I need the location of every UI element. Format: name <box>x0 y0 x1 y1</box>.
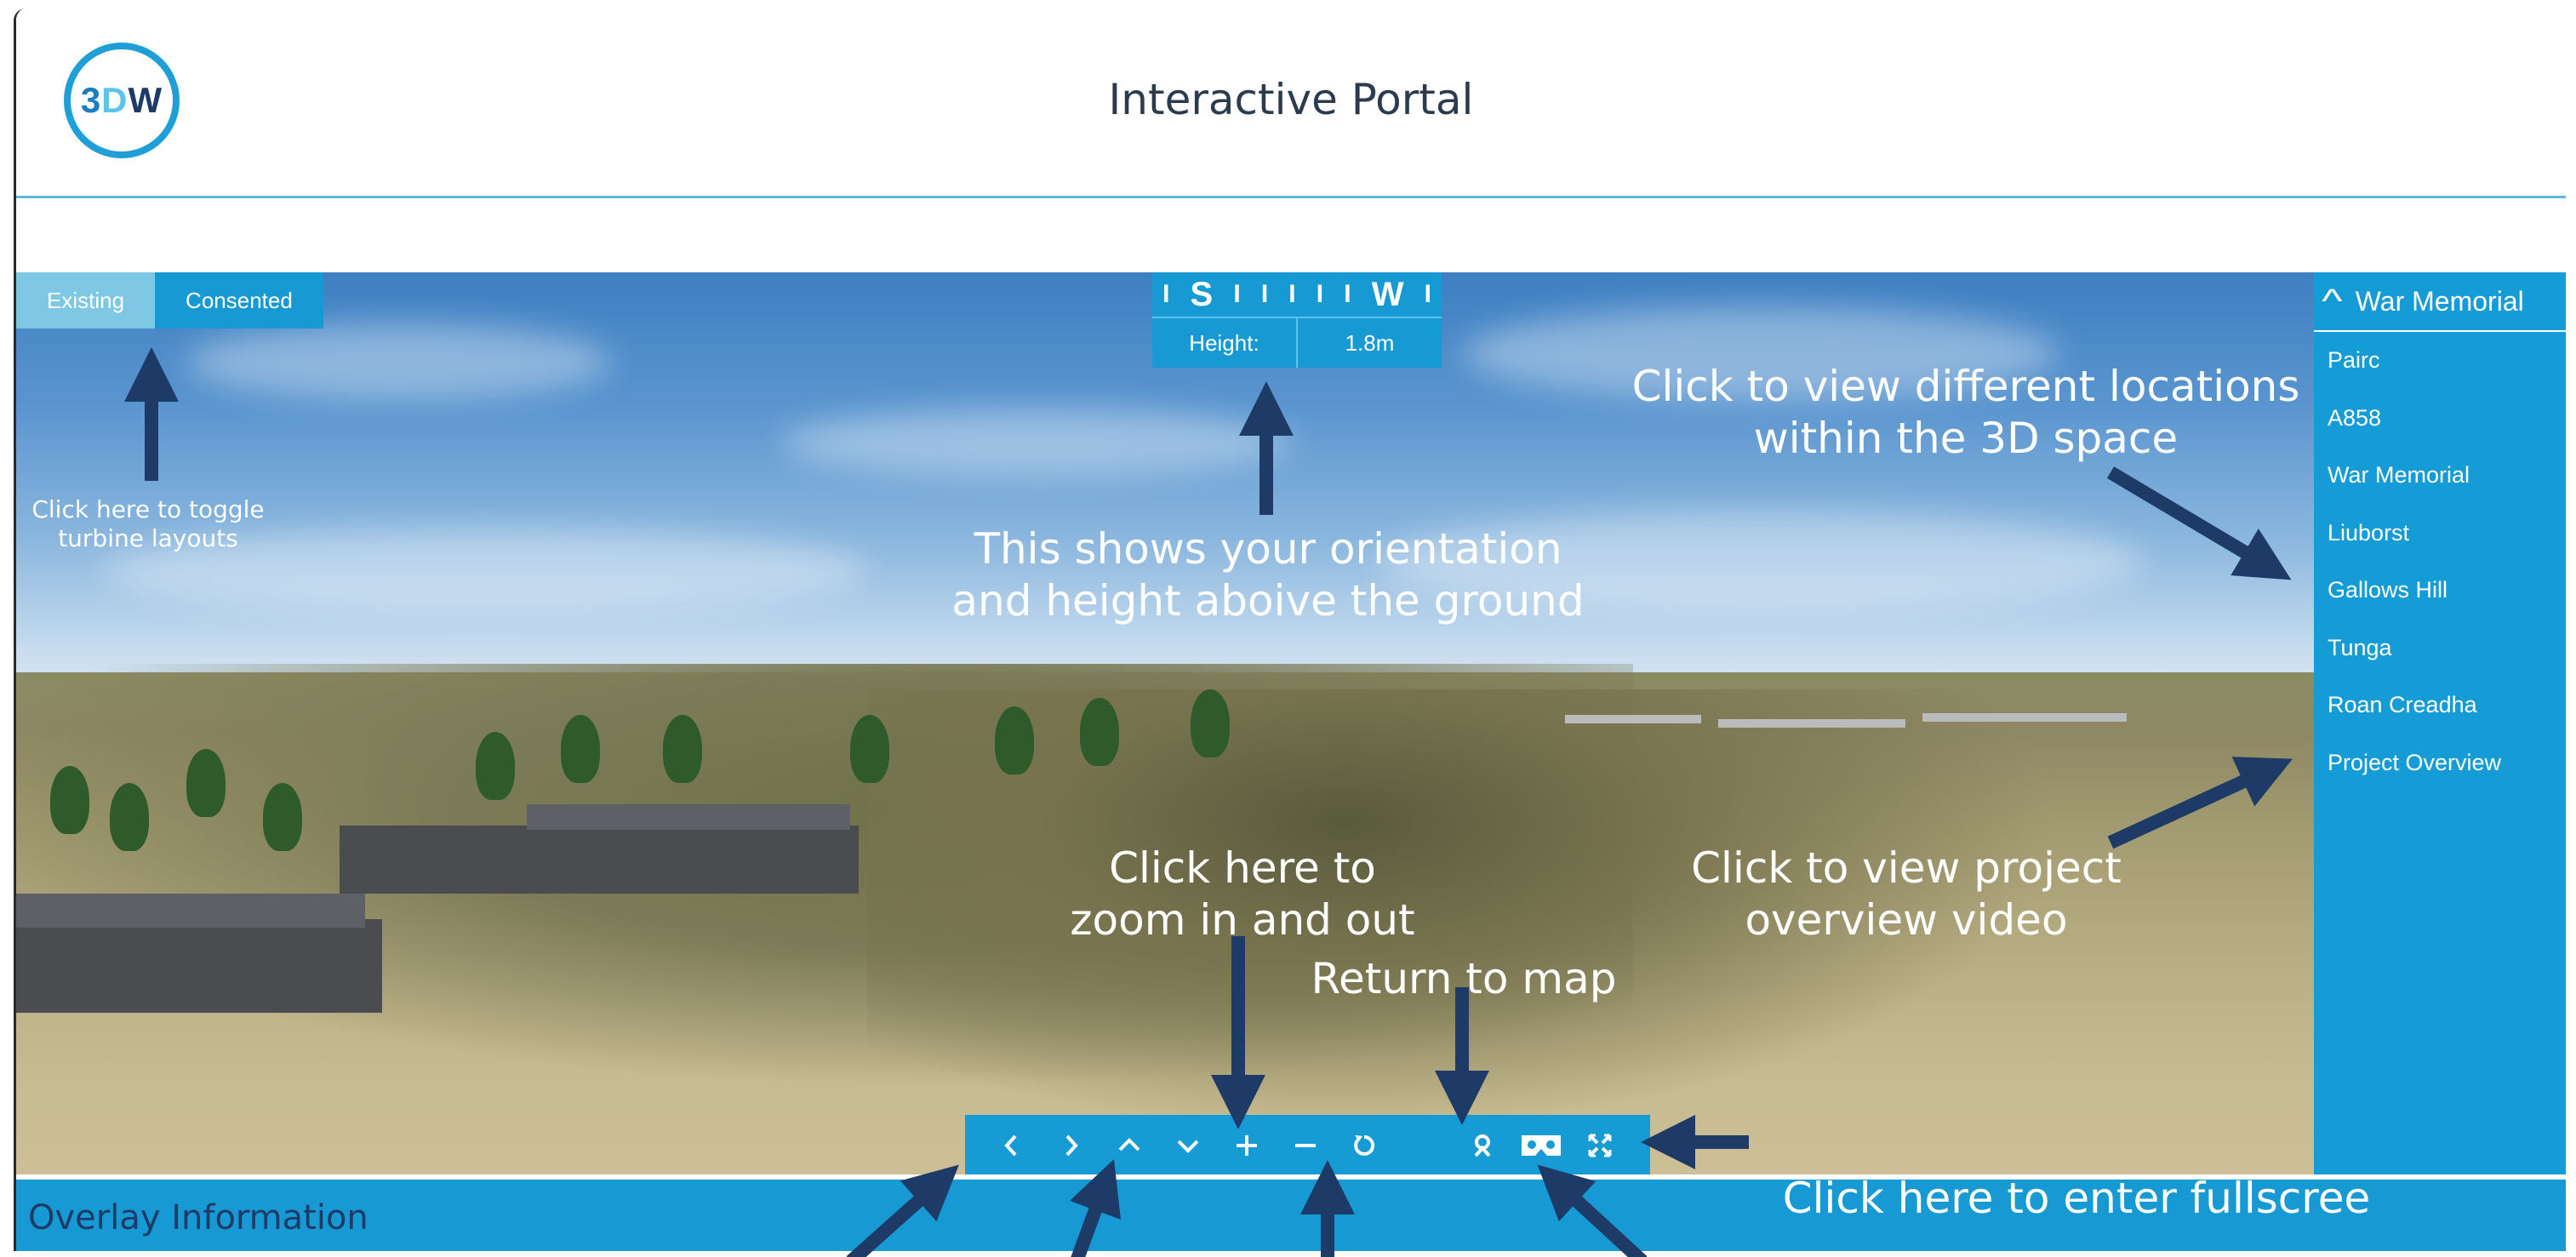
locations-panel: ^ War Memorial Pairc A858 War Memorial L… <box>2314 272 2566 1183</box>
header: 3DW Interactive Portal <box>16 9 2566 198</box>
locations-dropdown[interactable]: ^ War Memorial <box>2314 272 2566 332</box>
reset-icon[interactable] <box>1334 1115 1393 1176</box>
location-pairc[interactable]: Pairc <box>2314 332 2566 390</box>
height-value: 1.8m <box>1345 329 1395 356</box>
annotation-fullscreen: Click here to enter fullscree <box>1782 1174 2371 1223</box>
annotation-toggle: Click here to toggle turbine layouts <box>31 495 265 553</box>
location-roan-creadha[interactable]: Roan Creadha <box>2314 677 2566 734</box>
barn <box>16 919 382 1013</box>
annotation-locations: Click to view different locations within… <box>1631 362 2300 463</box>
chevron-left-icon[interactable] <box>982 1115 1041 1176</box>
chevron-down-icon[interactable] <box>1158 1115 1217 1176</box>
consented-layout-button[interactable]: Consented <box>155 272 323 329</box>
location-gallows-hill[interactable]: Gallows Hill <box>2314 562 2566 620</box>
existing-layout-button[interactable]: Existing <box>16 272 156 329</box>
plus-icon[interactable] <box>1217 1115 1276 1176</box>
annotation-map: Return to map <box>1311 954 1617 1003</box>
annotation-overview: Click to view project overview video <box>1691 843 2122 945</box>
location-tunga[interactable]: Tunga <box>2314 620 2566 677</box>
annotation-zoom: Click here to zoom in and out <box>1070 843 1415 945</box>
page-title: Interactive Portal <box>1108 75 1474 124</box>
minus-icon[interactable] <box>1276 1115 1334 1176</box>
vr-headset-icon[interactable] <box>1511 1115 1570 1176</box>
navigation-toolbar <box>965 1115 1650 1176</box>
annotation-orientation: This shows your orientation and height a… <box>951 524 1585 626</box>
app-window: 3DW Interactive Portal Existing Consente… <box>14 9 2566 1251</box>
chevron-up-icon[interactable] <box>1100 1115 1158 1176</box>
chevron-right-icon[interactable] <box>1041 1115 1100 1176</box>
compass-heading: ISIIIIIWI <box>1152 272 1442 318</box>
location-a858[interactable]: A858 <box>2314 390 2566 448</box>
location-war-memorial[interactable]: War Memorial <box>2314 447 2566 505</box>
overlay-information-label: Overlay Information <box>28 1198 368 1237</box>
fullscreen-icon[interactable] <box>1570 1115 1629 1176</box>
height-label: Height: <box>1152 318 1298 368</box>
map-pin-icon[interactable] <box>1453 1115 1511 1176</box>
chevron-up-icon: ^ <box>2322 282 2343 320</box>
location-liuborst[interactable]: Liuborst <box>2314 505 2566 563</box>
location-project-overview[interactable]: Project Overview <box>2314 734 2566 792</box>
compass-hud: ISIIIIIWI Height: 1.8m <box>1152 272 1442 368</box>
layout-toggle: Existing Consented <box>16 272 323 329</box>
